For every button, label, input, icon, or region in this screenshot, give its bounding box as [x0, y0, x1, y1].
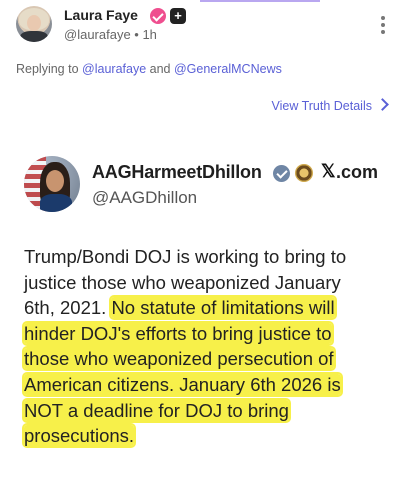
text-line: those who weaponized persecution of [24, 346, 394, 372]
highlighted-text: hinder DOJ's efforts to bring justice to [24, 322, 332, 344]
replying-to: Replying to @laurafaye and @GeneralMCNew… [16, 62, 282, 76]
avatar[interactable] [16, 6, 52, 42]
x-logo-icon: 𝕏 [321, 161, 336, 181]
verified-badge-icon [273, 165, 290, 182]
chevron-right-icon [376, 98, 389, 111]
top-progress-line [0, 0, 407, 2]
display-name[interactable]: Laura Faye [64, 7, 138, 23]
verified-badge-icon [150, 8, 166, 24]
reply-mention-generalmcnews[interactable]: @GeneralMCNews [174, 62, 282, 76]
view-truth-details-link[interactable]: View Truth Details [271, 98, 389, 113]
text-line: hinder DOJ's efforts to bring justice to [24, 321, 394, 347]
text-line: NOT a deadline for DOJ to bring [24, 398, 394, 424]
avatar-face [27, 15, 41, 31]
highlighted-text: No statute of limitations will [111, 297, 335, 319]
handle-and-time: @laurafaye • 1h [64, 27, 157, 42]
embedded-avatar-top [40, 194, 72, 212]
view-truth-details-label: View Truth Details [271, 99, 372, 113]
highlighted-text: American citizens. January 6th 2026 is [24, 373, 341, 395]
highlighted-text: those who weaponized persecution of [24, 348, 334, 370]
text-line: 6th, 2021. No statute of limitations wil… [24, 297, 335, 319]
seal-icon [295, 164, 313, 182]
embedded-display-name: AAGHarmeetDhillon [92, 162, 262, 182]
embedded-domain: .com [336, 162, 379, 182]
text-line: Trump/Bondi DOJ is working to bring to [24, 246, 347, 267]
embedded-handle: @AAGDhillon [92, 188, 198, 207]
plus-badge-icon: + [170, 8, 186, 24]
highlighted-text: prosecutions. [24, 425, 135, 447]
avatar-shirt [20, 31, 48, 42]
text-line: justice those who weaponized January [24, 271, 341, 293]
highlighted-text: NOT a deadline for DOJ to bring [24, 399, 289, 421]
text-line: prosecutions. [24, 423, 394, 449]
post-header: Laura Faye + @laurafaye • 1h [16, 6, 391, 48]
embedded-avatar [24, 156, 80, 212]
top-progress-segment [200, 0, 320, 2]
reply-mention-laurafaye[interactable]: @laurafaye [82, 62, 146, 76]
replying-prefix: Replying to [16, 62, 79, 76]
replying-and: and [149, 62, 171, 76]
embedded-avatar-face [46, 170, 64, 192]
post-body-text: Trump/Bondi DOJ is working to bring to j… [24, 244, 394, 449]
text-line: American citizens. January 6th 2026 is [24, 372, 394, 398]
more-options-icon[interactable] [381, 16, 385, 34]
